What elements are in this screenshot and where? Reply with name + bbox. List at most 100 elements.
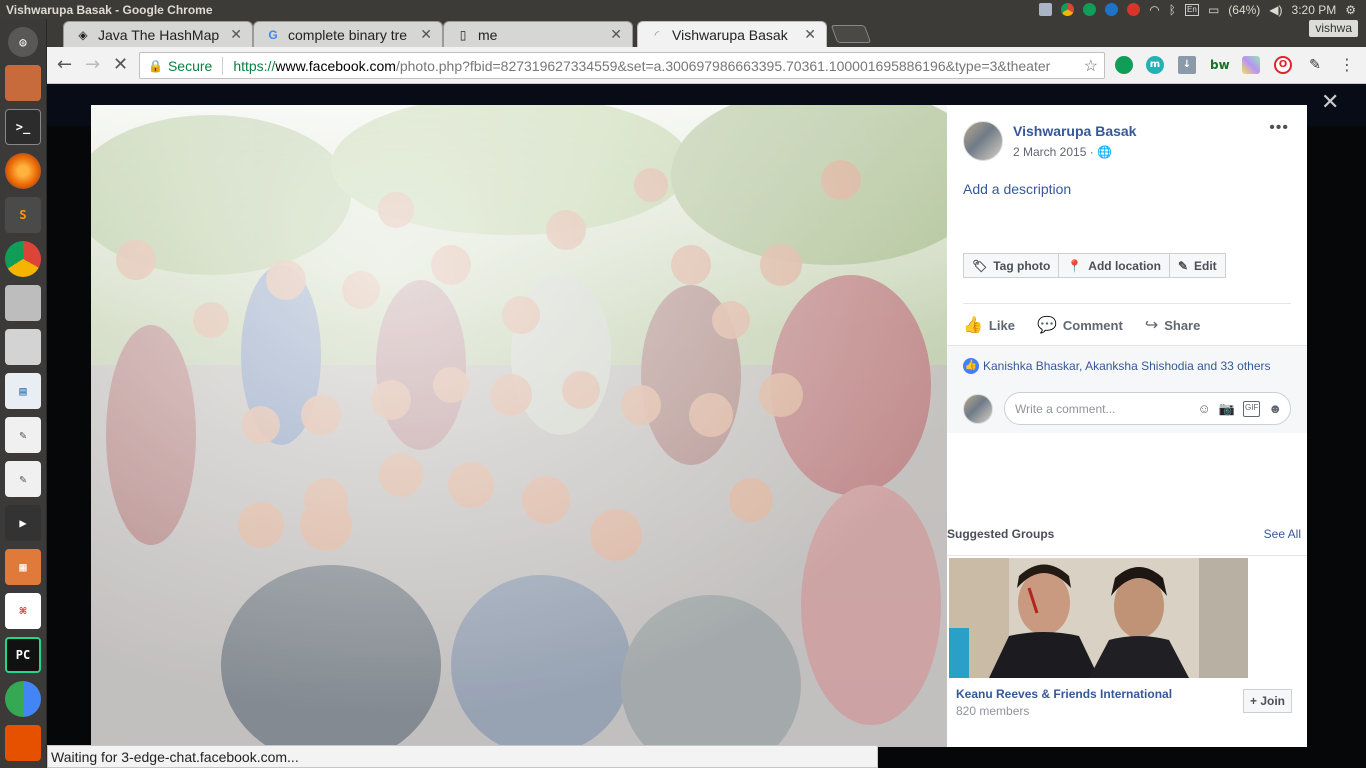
join-group-button[interactable]: + Join — [1243, 689, 1293, 713]
close-icon[interactable]: ✕ — [1321, 92, 1339, 114]
system-tray: ◠ ᛒ En ▭ (64%) ◀) 3:20 PM ⚙ — [1039, 0, 1356, 19]
tab-title: Vishwarupa Basak — [672, 26, 788, 43]
author-name[interactable]: Vishwarupa Basak — [1013, 123, 1136, 139]
comment-button[interactable]: 💬 Comment — [1037, 315, 1123, 335]
color-picker-icon[interactable] — [1242, 56, 1260, 74]
tab-me[interactable]: ▯ me ✕ — [443, 21, 633, 47]
see-all-link[interactable]: See All — [1264, 527, 1301, 541]
keyboard-layout[interactable]: En — [1184, 3, 1199, 16]
firefox-icon[interactable] — [5, 153, 41, 189]
suggested-group-card: Keanu Reeves & Friends International 820… — [947, 555, 1307, 725]
group-name-link[interactable]: Keanu Reeves & Friends International — [956, 687, 1172, 701]
blocked-icon[interactable] — [1127, 3, 1141, 16]
url-host: www.facebook.com — [275, 57, 396, 74]
post-date[interactable]: 2 March 2015 · 🌐 — [1013, 145, 1112, 159]
sublime-text-icon[interactable]: S — [5, 197, 41, 233]
new-tab-button[interactable] — [830, 25, 872, 43]
battery-percent[interactable]: (64%) — [1228, 3, 1260, 17]
stop-icon[interactable]: ✕ — [113, 56, 128, 74]
battery-icon[interactable]: ▭ — [1208, 3, 1219, 17]
mendeley-icon[interactable]: m — [1146, 56, 1164, 74]
forward-icon[interactable]: → — [85, 56, 100, 74]
unity-launcher: ◎ >_ S ▤ ✎ ✎ ▶ ▦ ⌘ PC ! — [0, 19, 47, 768]
dropbox-icon[interactable] — [1039, 3, 1053, 16]
presentation-icon[interactable]: ▦ — [5, 549, 41, 585]
text-editor-icon[interactable]: ✎ — [5, 461, 41, 497]
secure-label: Secure — [167, 57, 213, 74]
globe-icon: 🌐 — [1097, 145, 1113, 159]
close-icon[interactable]: ✕ — [804, 26, 816, 43]
software-updater-icon[interactable] — [5, 725, 41, 761]
text-editor-icon[interactable]: ✎ — [5, 417, 41, 453]
share-button[interactable]: ↪ Share — [1145, 315, 1201, 335]
ubuntu-dash-icon[interactable]: ◎ — [8, 27, 38, 57]
like-button[interactable]: 👍 Like — [963, 315, 1015, 335]
tab-hashmap[interactable]: ◈ Java The HashMap ✕ — [63, 21, 253, 47]
reactions-summary[interactable]: 👍 Kanishka Bhaskar, Akanksha Shishodia a… — [963, 358, 1271, 374]
chrome-icon[interactable] — [5, 241, 41, 277]
volume-icon[interactable]: ◀) — [1269, 3, 1282, 17]
pycharm-icon[interactable]: PC — [5, 637, 41, 673]
comment-icon: 💬 — [1036, 317, 1057, 334]
drive-icon[interactable] — [5, 329, 41, 365]
add-location-button[interactable]: 📍 Add location — [1058, 253, 1170, 278]
tab-title: complete binary tre — [288, 26, 408, 43]
teamviewer-icon[interactable] — [1105, 3, 1119, 16]
terminal-icon[interactable]: >_ — [5, 109, 41, 145]
commenter-avatar — [963, 394, 993, 424]
back-icon[interactable]: ← — [57, 56, 72, 74]
suggested-groups-heading: Suggested Groups — [947, 527, 1055, 541]
tab-vishwarupa[interactable]: ◜ Vishwarupa Basak ✕ — [637, 21, 827, 47]
tag-icon: 🏷 — [972, 258, 988, 273]
google-icon: G — [268, 27, 278, 42]
eyedropper-icon[interactable]: ✎ — [1306, 56, 1324, 74]
chrome-menu-icon[interactable]: ⋮ — [1339, 56, 1355, 74]
chrome-tray-icon[interactable] — [1061, 3, 1075, 16]
add-description-link[interactable]: Add a description — [963, 181, 1071, 197]
document-icon: ▯ — [459, 27, 467, 42]
sticker-icon[interactable]: ☻ — [1268, 401, 1282, 417]
thumbs-up-icon: 👍 — [963, 317, 983, 334]
divider — [963, 303, 1291, 304]
close-icon[interactable]: ✕ — [230, 26, 242, 43]
photo-action-buttons: 🏷 Tag photo 📍 Add location ✎ Edit — [963, 253, 1226, 278]
chromium-icon[interactable] — [5, 681, 41, 717]
pdf-reader-icon[interactable]: ⌘ — [5, 593, 41, 629]
gif-icon[interactable]: GIF — [1242, 401, 1261, 417]
video-player-icon[interactable]: ▶ — [5, 505, 41, 541]
comment-input[interactable]: Write a comment... ☺ 📷 GIF ☻ — [1004, 392, 1291, 425]
clock[interactable]: 3:20 PM — [1292, 3, 1337, 17]
like-reaction-icon: 👍 — [963, 358, 979, 374]
share-icon: ↪ — [1144, 317, 1159, 334]
bookmark-star-icon[interactable]: ☆ — [1084, 56, 1098, 76]
tab-binary-tree[interactable]: G complete binary tre ✕ — [253, 21, 443, 47]
post-date-text: 2 March 2015 · — [1013, 145, 1094, 159]
reactions-and-comments: 👍 Kanishka Bhaskar, Akanksha Shishodia a… — [947, 345, 1307, 433]
address-bar[interactable]: 🔒 Secure https://www.facebook.com/photo.… — [139, 52, 1105, 79]
emoji-icon[interactable]: ☺ — [1198, 401, 1211, 417]
hangouts-tray-icon[interactable] — [1083, 3, 1097, 16]
author-avatar[interactable] — [963, 121, 1003, 161]
wifi-icon[interactable]: ◠ — [1149, 3, 1159, 17]
bw-icon[interactable]: bw — [1210, 56, 1230, 74]
bluetooth-icon[interactable]: ᛒ — [1169, 3, 1176, 17]
hangouts-icon[interactable] — [1115, 56, 1133, 74]
location-pin-icon: 📍 — [1067, 258, 1083, 273]
photo-image — [91, 105, 947, 747]
drive-icon[interactable] — [5, 285, 41, 321]
edit-button[interactable]: ✎ Edit — [1168, 253, 1226, 278]
download-icon[interactable]: ↓ — [1178, 56, 1196, 74]
profile-button[interactable]: vishwa — [1309, 20, 1358, 37]
opera-icon[interactable]: O — [1274, 56, 1292, 74]
more-options-icon[interactable]: ••• — [1269, 119, 1289, 137]
document-viewer-icon[interactable]: ▤ — [5, 373, 41, 409]
group-cover-photo[interactable] — [949, 558, 1248, 678]
tag-photo-button[interactable]: 🏷 Tag photo — [963, 253, 1060, 278]
close-icon[interactable]: ✕ — [420, 26, 432, 43]
files-icon[interactable] — [5, 65, 41, 101]
photo-info-panel: Vishwarupa Basak 2 March 2015 · 🌐 ••• Ad… — [947, 105, 1307, 747]
camera-icon[interactable]: 📷 — [1219, 401, 1235, 417]
group-photo[interactable] — [91, 105, 947, 747]
settings-gear-icon[interactable]: ⚙ — [1345, 3, 1356, 17]
close-icon[interactable]: ✕ — [610, 26, 622, 43]
